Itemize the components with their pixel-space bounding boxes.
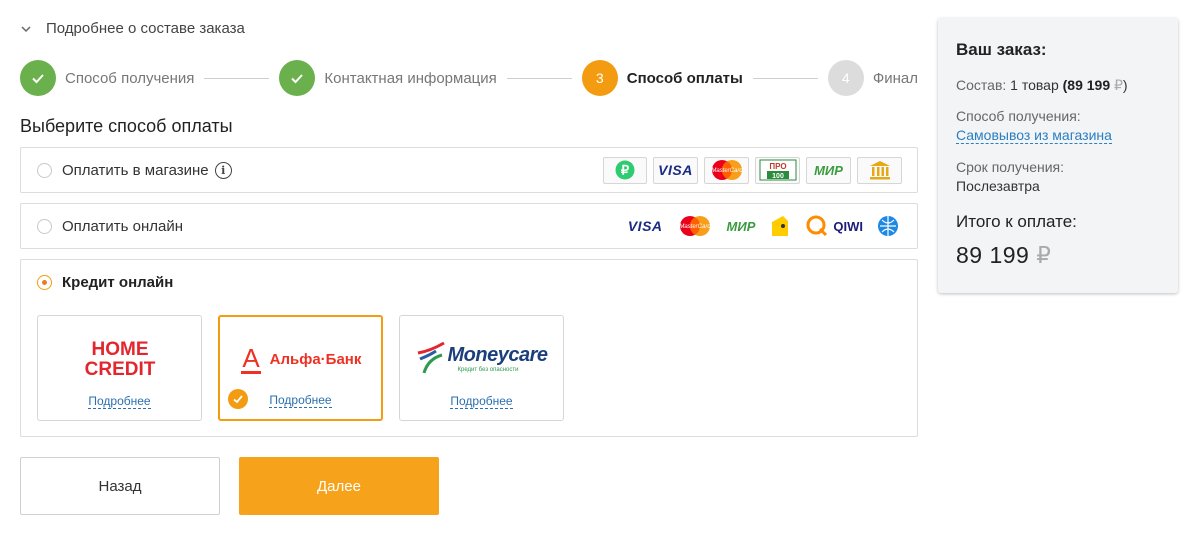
- bank-more-text[interactable]: Подробнее: [88, 394, 151, 409]
- visa-logo-text: VISA: [658, 162, 693, 178]
- bank-more-text[interactable]: Подробнее: [450, 394, 513, 409]
- summary-title: Ваш заказ:: [956, 40, 1047, 59]
- order-details-toggle[interactable]: Подробнее о составе заказа: [20, 20, 245, 37]
- alfabank-name: Альфа·Банк: [269, 350, 362, 368]
- step-label: Способ оплаты: [626, 69, 743, 87]
- option-label: Оплатить в магазине: [62, 161, 209, 179]
- bank-list: HOME CREDIT Подробнее А Альфа·Банк Подро…: [37, 315, 564, 421]
- bank-more-text[interactable]: Подробнее: [269, 393, 332, 408]
- step-divider: [204, 77, 270, 79]
- step-divider: [752, 77, 818, 79]
- mir-logo: МИР: [806, 156, 851, 184]
- store-payment-logos: ₽ VISA MasterCard ПРО 100 МИР: [597, 156, 902, 184]
- step-delivery[interactable]: Способ получения: [20, 60, 194, 96]
- delivery-label: Способ получения:: [956, 108, 1081, 124]
- mir-logo: МИР: [727, 219, 756, 234]
- composition-currency: ₽: [1114, 77, 1123, 93]
- option-label: Оплатить онлайн: [62, 217, 184, 235]
- order-details-label: Подробнее о составе заказа: [46, 20, 245, 37]
- qiwi-icon: [806, 215, 828, 237]
- order-summary: Ваш заказ: Состав: 1 товар (89 199 ₽) Сп…: [938, 18, 1178, 293]
- mastercard-text: MasterCard: [679, 224, 711, 230]
- alfabank-logo: А Альфа·Банк: [220, 339, 381, 379]
- total-amount: 89 199: [956, 242, 1030, 268]
- bank-more-link[interactable]: Подробнее: [220, 393, 381, 408]
- bank-card-moneycare[interactable]: Moneycare Кредит без опасности Подробнее: [399, 315, 564, 421]
- composition-price: (89 199: [1062, 77, 1111, 93]
- step-contact[interactable]: Контактная информация: [279, 60, 497, 96]
- step-label: Контактная информация: [324, 69, 497, 87]
- mastercard-icon: MasterCard: [704, 156, 749, 184]
- bank-more-link[interactable]: Подробнее: [38, 394, 201, 409]
- composition-close: ): [1122, 77, 1128, 93]
- online-payment-logos: VISA MasterCard МИР QIWI: [614, 214, 899, 238]
- payment-option-store[interactable]: Оплатить в магазине i ₽ VISA MasterCard …: [20, 147, 918, 193]
- ruble-icon: ₽: [603, 156, 647, 184]
- step-number: 4: [827, 60, 864, 96]
- moneycare-tagline: Кредит без опасности: [457, 366, 519, 373]
- step-label: Финал: [872, 69, 918, 87]
- svg-text:₽: ₽: [621, 163, 630, 178]
- radio-button[interactable]: [37, 218, 52, 234]
- pro100-top-text: ПРО: [769, 162, 786, 171]
- step-label: Способ получения: [65, 69, 195, 87]
- mir-logo-text: МИР: [814, 162, 843, 178]
- mir-logo-text: МИР: [726, 218, 756, 234]
- pro100-logo: ПРО 100: [755, 156, 800, 184]
- summary-composition: Состав: 1 товар (89 199 ₽): [956, 77, 1160, 94]
- qiwi-logo: QIWI: [805, 214, 863, 238]
- bank-card-alfabank[interactable]: А Альфа·Банк Подробнее: [218, 315, 383, 421]
- moneycare-icon: [417, 341, 445, 374]
- bank-card-homecredit[interactable]: HOME CREDIT Подробнее: [37, 315, 202, 421]
- step-number: 3: [581, 60, 618, 96]
- homecredit-line2: CREDIT: [84, 359, 155, 378]
- alfabank-mark: А: [242, 343, 260, 373]
- homecredit-logo: HOME CREDIT: [38, 338, 201, 378]
- next-button[interactable]: Далее: [239, 457, 439, 515]
- step-divider: [506, 77, 572, 79]
- qiwi-logo-text: QIWI: [833, 218, 863, 234]
- radio-button[interactable]: [37, 274, 52, 290]
- moneycare-logo: Moneycare Кредит без опасности: [400, 338, 563, 378]
- bank-icon: [857, 156, 902, 184]
- check-icon: [279, 60, 316, 96]
- homecredit-line1: HOME: [91, 339, 148, 360]
- check-icon: [20, 60, 56, 96]
- radio-button[interactable]: [37, 162, 52, 178]
- step-final: 4 Финал: [827, 60, 918, 96]
- total-label: Итого к оплате:: [956, 212, 1077, 231]
- step-payment: 3 Способ оплаты: [581, 60, 743, 96]
- checkout-steps: Способ получения Контактная информация 3…: [20, 59, 918, 97]
- payment-option-online[interactable]: Оплатить онлайн VISA MasterCard МИР QIWI: [20, 203, 918, 249]
- composition-label: Состав:: [956, 77, 1007, 93]
- term-label: Срок получения:: [956, 159, 1065, 175]
- option-label: Кредит онлайн: [62, 273, 174, 291]
- visa-logo: VISA: [653, 156, 698, 184]
- pro100-bottom-text: 100: [772, 173, 784, 180]
- delivery-method-link[interactable]: Самовывоз из магазина: [956, 127, 1112, 144]
- total-value: 89 199 ₽: [956, 242, 1160, 269]
- section-title: Выберите способ оплаты: [20, 116, 233, 136]
- back-button[interactable]: Назад: [20, 457, 220, 515]
- visa-logo-text: VISA: [627, 218, 663, 234]
- moneycare-name: Moneycare: [447, 343, 549, 366]
- mastercard-text: MasterCard: [711, 168, 743, 174]
- bank-more-link[interactable]: Подробнее: [400, 394, 563, 409]
- webmoney-icon: [877, 215, 899, 237]
- payment-option-credit[interactable]: Кредит онлайн HOME CREDIT Подробнее А Ал…: [20, 259, 918, 437]
- total-currency: ₽: [1036, 242, 1052, 268]
- visa-logo: VISA: [628, 218, 663, 234]
- yandex-money-icon: [769, 214, 791, 238]
- composition-value: 1 товар: [1010, 77, 1059, 93]
- term-value: Послезавтра: [956, 178, 1040, 194]
- mastercard-icon: MasterCard: [677, 215, 713, 237]
- chevron-down-icon: [21, 25, 31, 32]
- info-icon[interactable]: i: [214, 161, 232, 179]
